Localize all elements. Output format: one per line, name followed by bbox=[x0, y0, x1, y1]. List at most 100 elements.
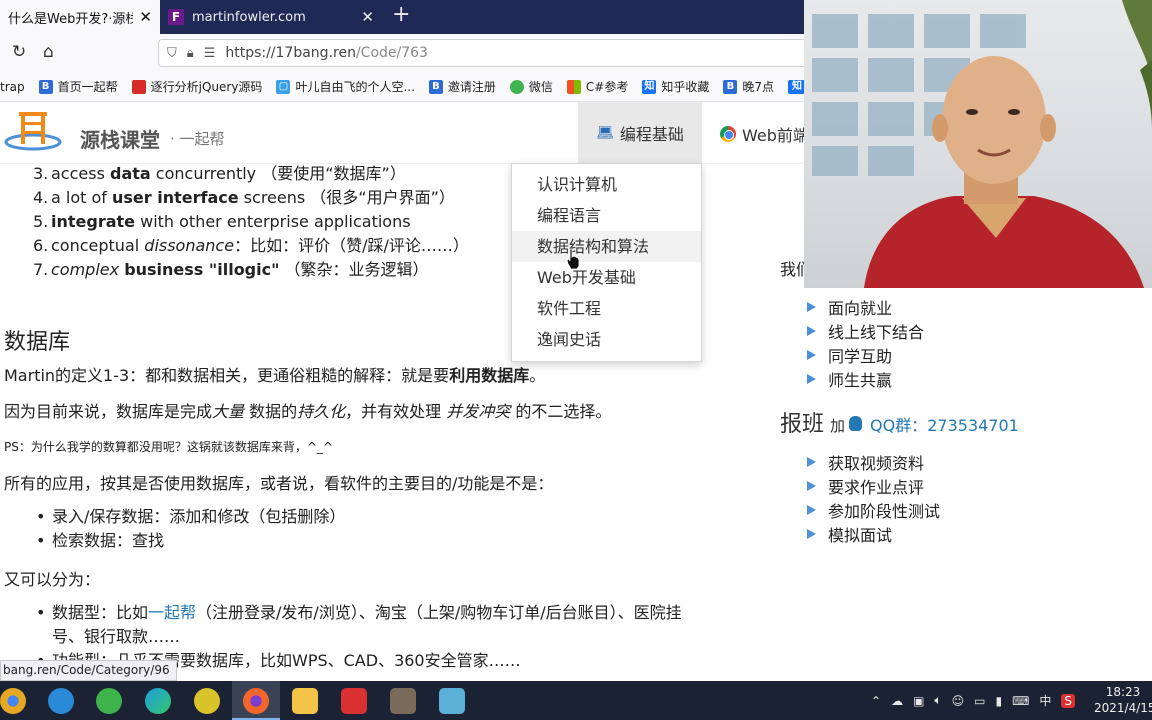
tab-title: 什么是Web开发?·源栈 bbox=[8, 11, 134, 27]
bullet-list: 录入/保存数据：添加和修改（包括删除） 检索数据：查找 bbox=[32, 505, 345, 553]
red-book-icon bbox=[131, 79, 146, 94]
webcam-video bbox=[812, 0, 1152, 288]
wechat-icon bbox=[509, 79, 524, 94]
ordered-list: 3. access data concurrently （要使用“数据库”） 4. a… bbox=[33, 164, 469, 282]
sogou-icon[interactable]: S bbox=[1061, 693, 1076, 708]
webcam-overlay bbox=[804, 0, 1152, 288]
address-bar[interactable]: ⛉ 🔒︎ ☰ https://17bang.ren/Code/763 bbox=[158, 39, 858, 67]
screen-recorder-icon[interactable] bbox=[439, 688, 465, 714]
bookmark-item[interactable]: C#参考 bbox=[566, 78, 628, 95]
feature-item: 面向就业 bbox=[807, 295, 892, 319]
list-number: 6. bbox=[33, 236, 49, 255]
list-number: 5. bbox=[33, 212, 49, 231]
dropdown-item-data-structures[interactable]: 数据结构和算法 bbox=[512, 231, 701, 262]
chevron-up-icon[interactable]: ⌃ bbox=[871, 694, 881, 708]
site-logo[interactable] bbox=[4, 108, 62, 152]
permissions-icon[interactable]: ☰ bbox=[204, 46, 216, 61]
dropdown-item-computer[interactable]: 认识计算机 bbox=[512, 169, 701, 200]
close-tab-icon[interactable]: ✕ bbox=[139, 8, 152, 26]
chrome-icon[interactable] bbox=[0, 688, 26, 714]
new-tab-button[interactable]: + bbox=[392, 2, 410, 27]
arrow-right-icon bbox=[807, 505, 816, 515]
menu-label: 编程基础 bbox=[619, 125, 684, 144]
right-sidebar: 我们 面向就业 线上线下结合 同学互助 师生共赢 报班 加 QQ群：273534… bbox=[780, 250, 1152, 550]
feature-item: 线上线下结合 bbox=[807, 319, 924, 343]
b-logo-icon: B bbox=[38, 79, 53, 94]
link-17bang[interactable]: 一起帮 bbox=[148, 603, 196, 622]
bookmark-item[interactable]: B 首页一起帮 bbox=[38, 78, 118, 95]
list-item: 7. complex business "illogic" （繁杂：业务逻辑） bbox=[33, 258, 469, 282]
volume-icon[interactable]: 🔈︎ bbox=[934, 693, 941, 708]
section-heading-database: 数据库 bbox=[4, 330, 71, 355]
windows-icon bbox=[566, 79, 581, 94]
chrome-icon bbox=[720, 126, 736, 142]
fiddler-icon[interactable] bbox=[194, 688, 220, 714]
paragraph: 又可以分为： bbox=[4, 570, 101, 589]
ps-note: PS：为什么我学的数算都没用呢？这锅就该数据库来背，^_^ bbox=[4, 440, 333, 454]
taskbar-clock[interactable]: 18:23 2021/4/15 bbox=[1094, 684, 1152, 716]
enroll-heading: 报班 加 QQ群：273534701 bbox=[780, 412, 1019, 437]
service-item: 参加阶段性测试 bbox=[807, 498, 940, 522]
feature-item: 同学互助 bbox=[807, 343, 892, 367]
tab-martinfowler[interactable]: F martinfowler.com ✕ bbox=[160, 0, 382, 34]
bookmark-item[interactable]: ▢ 叶儿自由飞的个人空... bbox=[276, 78, 415, 95]
arrow-right-icon bbox=[807, 529, 816, 539]
dropdown-item-anecdotes[interactable]: 逸闻史话 bbox=[512, 324, 701, 355]
battery-icon[interactable]: ▮ bbox=[995, 694, 1002, 708]
url-path: /Code/763 bbox=[355, 45, 428, 61]
bookmark-item[interactable]: trap bbox=[0, 80, 25, 94]
list-item: 5. integrate with other enterprise applic… bbox=[33, 210, 469, 234]
arrow-right-icon bbox=[807, 302, 816, 312]
list-item: 6. conceptual dissonance：比如：评价（赞/踩/评论……） bbox=[33, 234, 469, 258]
network-tray-icon[interactable]: ▣ bbox=[913, 694, 924, 708]
bilibili-icon: ▢ bbox=[276, 79, 291, 94]
dropdown-item-web-basics[interactable]: Web开发基础 bbox=[512, 262, 701, 293]
laptop-icon: 💻︎ bbox=[596, 125, 614, 141]
user-tray-icon[interactable]: ☺ bbox=[952, 694, 965, 708]
bookmark-item[interactable]: B 邀请注册 bbox=[428, 78, 496, 95]
lock-icon[interactable]: 🔒︎ bbox=[187, 46, 194, 61]
wps-icon[interactable] bbox=[341, 688, 367, 714]
bookmark-item[interactable]: 微信 bbox=[509, 78, 553, 95]
arrow-right-icon bbox=[807, 350, 816, 360]
bookmark-item[interactable]: B 晚7点 bbox=[723, 78, 774, 95]
arrow-right-icon bbox=[807, 374, 816, 384]
dropdown-item-languages[interactable]: 编程语言 bbox=[512, 200, 701, 231]
windows-taskbar: ⌃ ☁ ▣ 🔈︎ ☺ ▭ ▮ ⌨ 中 S 18:23 2021/4/15 bbox=[0, 681, 1152, 720]
ime-indicator[interactable]: 中 bbox=[1039, 692, 1051, 709]
brand-name[interactable]: 源栈课堂 bbox=[80, 124, 160, 153]
tab-title: martinfowler.com bbox=[192, 9, 306, 25]
system-tray: ⌃ ☁ ▣ 🔈︎ ☺ ▭ ▮ ⌨ 中 S bbox=[866, 681, 1080, 720]
edge-icon[interactable] bbox=[145, 688, 171, 714]
paragraph: Martin的定义1-3：都和数据相关，更通俗粗糙的解释：就是要利用数据库。 bbox=[4, 366, 546, 385]
zhihu-icon: 知 bbox=[642, 79, 657, 94]
shield-icon[interactable]: ⛉ bbox=[167, 46, 177, 61]
list-item: 3. access data concurrently （要使用“数据库”） bbox=[33, 164, 469, 186]
onedrive-icon[interactable]: ☁ bbox=[891, 694, 903, 708]
reload-icon[interactable]: ↻ bbox=[12, 42, 26, 62]
menu-programming-basics[interactable]: 💻︎ 编程基础 bbox=[578, 102, 702, 164]
keyboard-icon[interactable]: ⌨ bbox=[1012, 694, 1029, 708]
b-logo-icon: B bbox=[428, 79, 443, 94]
dropdown-item-software-engineering[interactable]: 软件工程 bbox=[512, 293, 701, 324]
qq-group-link[interactable]: QQ群：273534701 bbox=[870, 412, 1019, 436]
list-number: 3. bbox=[33, 164, 49, 183]
bookmark-item[interactable]: 逐行分析jQuery源码 bbox=[131, 78, 262, 95]
list-number: 4. bbox=[33, 188, 49, 207]
close-tab-icon[interactable]: ✕ bbox=[361, 8, 374, 26]
home-icon[interactable]: ⌂ bbox=[43, 42, 54, 62]
firefox-icon[interactable] bbox=[243, 688, 269, 714]
360-browser-icon[interactable] bbox=[96, 688, 122, 714]
menu-web-frontend[interactable]: Web前端 bbox=[720, 122, 809, 146]
bookmark-item[interactable]: 知知乎收藏 bbox=[642, 78, 709, 95]
avatar-app-icon[interactable] bbox=[390, 688, 416, 714]
file-explorer-icon[interactable] bbox=[292, 688, 318, 714]
list-item: 4. a lot of user interface screens （很多“用户… bbox=[33, 186, 469, 210]
service-item: 要求作业点评 bbox=[807, 474, 924, 498]
edge-dev-icon[interactable] bbox=[48, 688, 74, 714]
martinfowler-favicon-icon: F bbox=[168, 9, 184, 25]
tab-17bang[interactable]: 什么是Web开发?·源栈 ✕ bbox=[0, 0, 160, 34]
display-icon[interactable]: ▭ bbox=[974, 694, 985, 708]
b-logo-icon: B bbox=[723, 79, 738, 94]
arrow-right-icon bbox=[807, 457, 816, 467]
